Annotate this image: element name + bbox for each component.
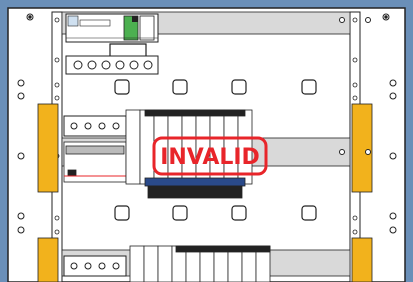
middle-rail-screw-left <box>339 149 345 155</box>
bottom-terminal-block <box>63 255 127 277</box>
top-rail-screw-left <box>339 17 345 23</box>
bottom-breakers <box>129 245 271 282</box>
invalid-stamp-text: INVALID <box>160 145 260 170</box>
top-rail-screw-right <box>365 17 371 23</box>
middle-terminal-block <box>63 115 127 137</box>
main-breaker <box>65 13 159 43</box>
middle-rail-screw-right <box>365 149 371 155</box>
electrical-panel-diagram: INVALID <box>0 0 413 282</box>
